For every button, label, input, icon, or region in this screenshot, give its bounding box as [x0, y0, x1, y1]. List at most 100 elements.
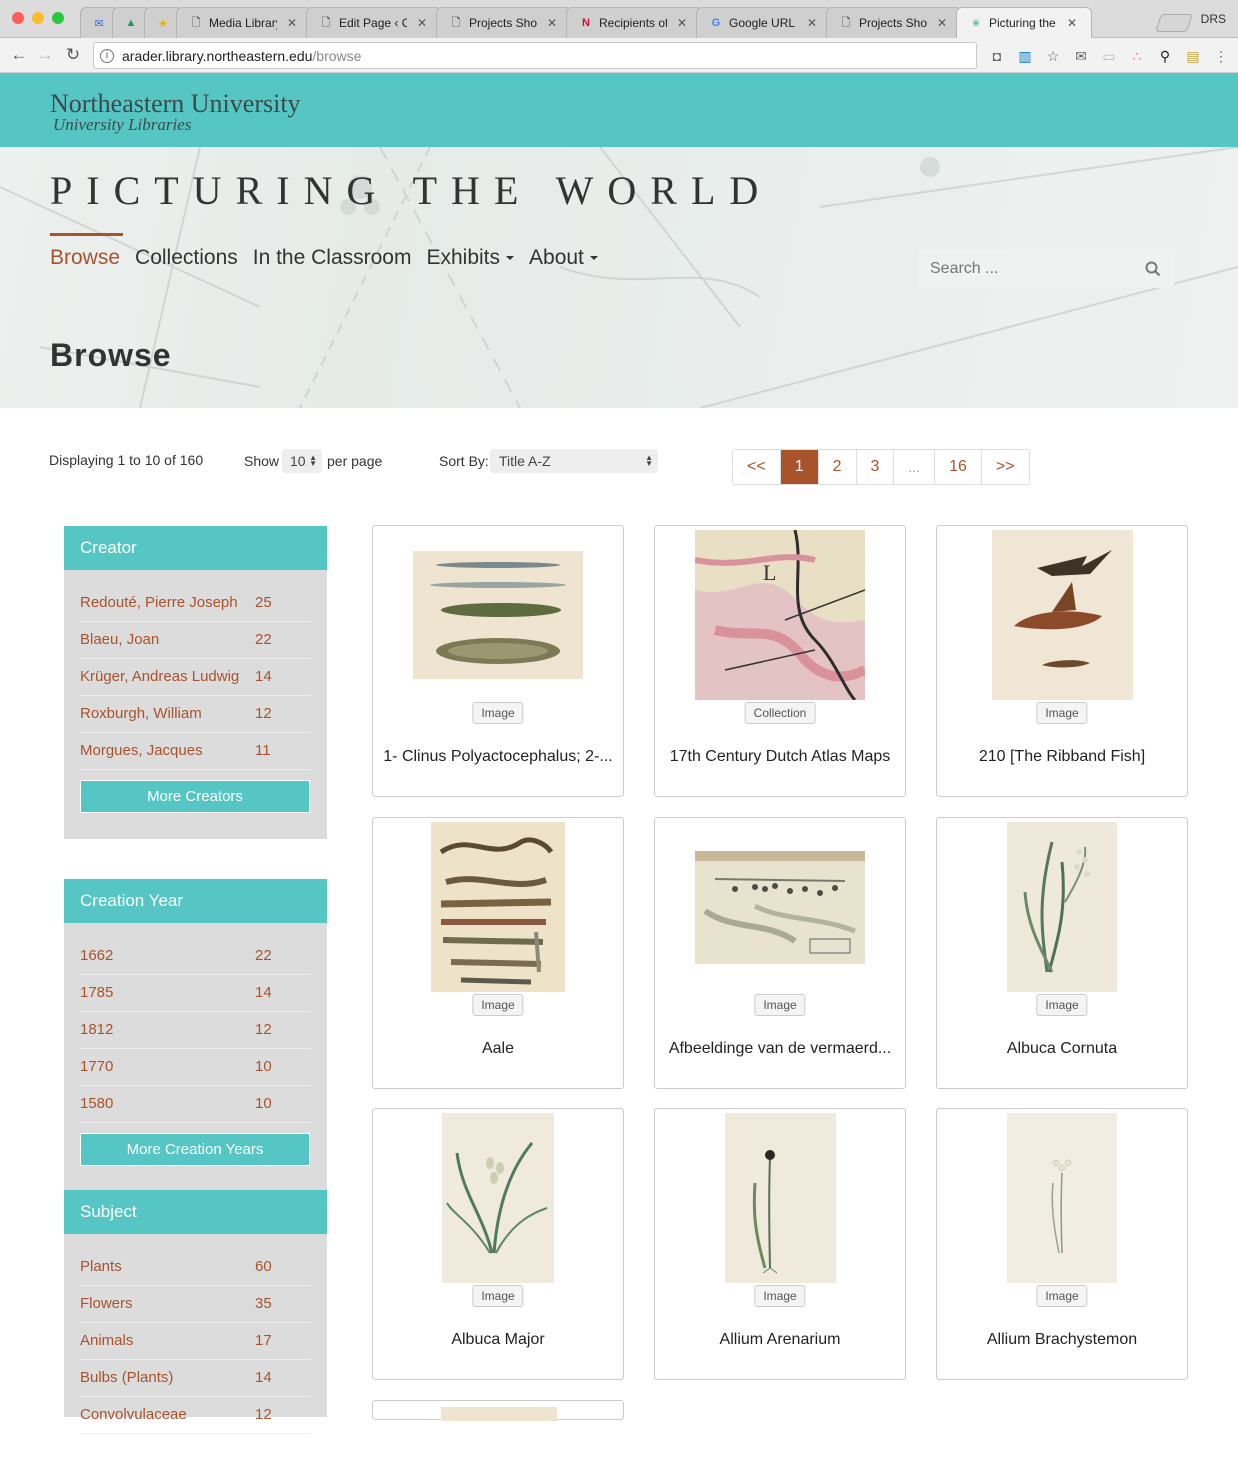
browser-tab[interactable]: 🗋 Projects Show ✕: [436, 7, 572, 38]
asana-icon[interactable]: ∴: [1128, 47, 1146, 65]
libraries-name[interactable]: University Libraries: [53, 115, 191, 135]
facet-item[interactable]: Blaeu, Joan 22: [80, 622, 311, 659]
browser-tab-active[interactable]: ✳ Picturing the W ✕: [956, 7, 1092, 38]
per-page-select[interactable]: 10 ▲ ▼: [282, 449, 322, 473]
fish-plate-thumbnail[interactable]: [413, 551, 583, 679]
result-card[interactable]: [372, 1400, 624, 1421]
profile-button[interactable]: DRS: [1201, 12, 1226, 26]
close-icon[interactable]: ✕: [1067, 16, 1077, 30]
close-icon[interactable]: ✕: [937, 16, 947, 30]
card-title[interactable]: Albuca Cornuta: [947, 1040, 1177, 1058]
close-icon[interactable]: ✕: [547, 16, 557, 30]
facet-item[interactable]: 1785 14: [80, 975, 311, 1012]
ribband-fish-thumbnail[interactable]: [991, 530, 1133, 700]
close-icon[interactable]: ✕: [417, 16, 427, 30]
sort-select[interactable]: Title A-Z ▲ ▼: [490, 449, 658, 473]
card-title[interactable]: Aale: [383, 1040, 613, 1058]
pagination: << 1 2 3 ... 16 >>: [732, 449, 1030, 485]
card-title[interactable]: 17th Century Dutch Atlas Maps: [665, 748, 895, 766]
page-first[interactable]: <<: [733, 450, 781, 484]
result-card[interactable]: Image Aale: [372, 817, 624, 1089]
facet-item[interactable]: Krüger, Andreas Ludwig 14: [80, 659, 311, 696]
card-title[interactable]: Afbeeldinge van de vermaerd...: [665, 1040, 895, 1058]
browser-tab[interactable]: N Recipients of t ✕: [566, 7, 702, 38]
forward-icon[interactable]: →: [34, 45, 56, 65]
search-icon[interactable]: [1144, 260, 1162, 278]
map-thumbnail[interactable]: L: [695, 530, 865, 700]
card-title[interactable]: Allium Arenarium: [665, 1331, 895, 1349]
facet-title: Subject: [64, 1190, 327, 1234]
notes-extension-icon[interactable]: ▤: [1184, 47, 1202, 65]
eels-thumbnail[interactable]: [431, 822, 565, 992]
nav-exhibits[interactable]: Exhibits: [426, 246, 515, 270]
result-card[interactable]: Image 210 [The Ribband Fish]: [936, 525, 1188, 797]
browser-tab[interactable]: 🗋 Projects Show ✕: [826, 7, 962, 38]
back-icon[interactable]: ←: [8, 45, 30, 65]
result-card[interactable]: L Collection 17th Century Dutch Atlas Ma…: [654, 525, 906, 797]
card-title[interactable]: 1- Clinus Polyactocephalus; 2-...: [383, 748, 613, 766]
magnifier-extension-icon[interactable]: ⚲: [1156, 47, 1174, 65]
facet-item[interactable]: Morgues, Jacques 11: [80, 733, 311, 770]
nav-about[interactable]: About: [529, 246, 598, 270]
facet-item-label: Convolvulaceae: [80, 1406, 187, 1423]
result-card[interactable]: Image Albuca Major: [372, 1108, 624, 1380]
new-tab-button[interactable]: [1155, 14, 1193, 32]
facet-item[interactable]: Plants 60: [80, 1248, 311, 1286]
facet-item[interactable]: Bulbs (Plants) 14: [80, 1360, 311, 1397]
result-card[interactable]: Image Allium Brachystemon: [936, 1108, 1188, 1380]
nav-browse[interactable]: Browse: [50, 246, 120, 270]
page-last[interactable]: >>: [981, 450, 1029, 484]
browser-tab[interactable]: 🗋 Edit Page ‹ CE ✕: [306, 7, 442, 38]
updown-icon: ▲ ▼: [309, 453, 317, 468]
partial-thumbnail[interactable]: [441, 1407, 557, 1421]
facet-item[interactable]: Flowers 35: [80, 1286, 311, 1323]
result-card[interactable]: Image Albuca Cornuta: [936, 817, 1188, 1089]
botanical-thumbnail[interactable]: [1007, 822, 1117, 992]
nav-in-the-classroom[interactable]: In the Classroom: [253, 246, 412, 270]
more-creators-button[interactable]: More Creators: [80, 780, 310, 813]
facet-item[interactable]: Convolvulaceae 12: [80, 1397, 311, 1434]
seascape-thumbnail[interactable]: [695, 850, 865, 964]
minimize-window-button[interactable]: [32, 12, 44, 24]
close-icon[interactable]: ✕: [807, 16, 817, 30]
bookmark-star-icon[interactable]: ☆: [1044, 47, 1062, 65]
result-card[interactable]: Image 1- Clinus Polyactocephalus; 2-...: [372, 525, 624, 797]
cast-icon[interactable]: ▭: [1100, 47, 1118, 65]
site-title[interactable]: PICTURING THE WORLD: [50, 167, 772, 214]
more-creation-years-button[interactable]: More Creation Years: [80, 1133, 310, 1166]
close-icon[interactable]: ✕: [287, 16, 297, 30]
trello-icon[interactable]: ▥: [1016, 47, 1034, 65]
facet-item[interactable]: Roxburgh, William 12: [80, 696, 311, 733]
botanical-thumbnail[interactable]: [1007, 1113, 1117, 1283]
nav-collections[interactable]: Collections: [135, 246, 238, 270]
facet-item[interactable]: 1770 10: [80, 1049, 311, 1086]
browser-tab[interactable]: G Google URL Sh ✕: [696, 7, 832, 38]
close-window-button[interactable]: [12, 12, 24, 24]
facet-item[interactable]: 1580 10: [80, 1086, 311, 1123]
card-title[interactable]: 210 [The Ribband Fish]: [947, 748, 1177, 766]
address-bar[interactable]: i arader.library.northeastern.edu/browse: [93, 42, 977, 69]
facet-item[interactable]: 1812 12: [80, 1012, 311, 1049]
card-title[interactable]: Allium Brachystemon: [947, 1331, 1177, 1349]
page-16[interactable]: 16: [935, 450, 982, 484]
close-icon[interactable]: ✕: [677, 16, 687, 30]
page-1[interactable]: 1: [780, 450, 819, 484]
menu-icon[interactable]: ⋮: [1212, 47, 1230, 65]
browser-tab[interactable]: 🗋 Media Library ✕: [176, 7, 312, 38]
camera-icon[interactable]: ◘: [988, 47, 1006, 65]
facet-item[interactable]: Animals 17: [80, 1323, 311, 1360]
mail-extension-icon[interactable]: ✉: [1072, 47, 1090, 65]
result-card[interactable]: Image Afbeeldinge van de vermaerd...: [654, 817, 906, 1089]
search-input[interactable]: [930, 260, 1140, 278]
reload-icon[interactable]: ↻: [62, 45, 84, 65]
facet-item[interactable]: Redouté, Pierre Joseph 25: [80, 584, 311, 622]
botanical-thumbnail[interactable]: [442, 1113, 554, 1283]
card-title[interactable]: Albuca Major: [383, 1331, 613, 1349]
info-icon[interactable]: i: [100, 48, 114, 63]
page-2[interactable]: 2: [818, 450, 857, 484]
facet-item[interactable]: 1662 22: [80, 937, 311, 975]
botanical-thumbnail[interactable]: [724, 1113, 836, 1283]
zoom-window-button[interactable]: [52, 12, 64, 24]
page-3[interactable]: 3: [856, 450, 895, 484]
result-card[interactable]: Image Allium Arenarium: [654, 1108, 906, 1380]
